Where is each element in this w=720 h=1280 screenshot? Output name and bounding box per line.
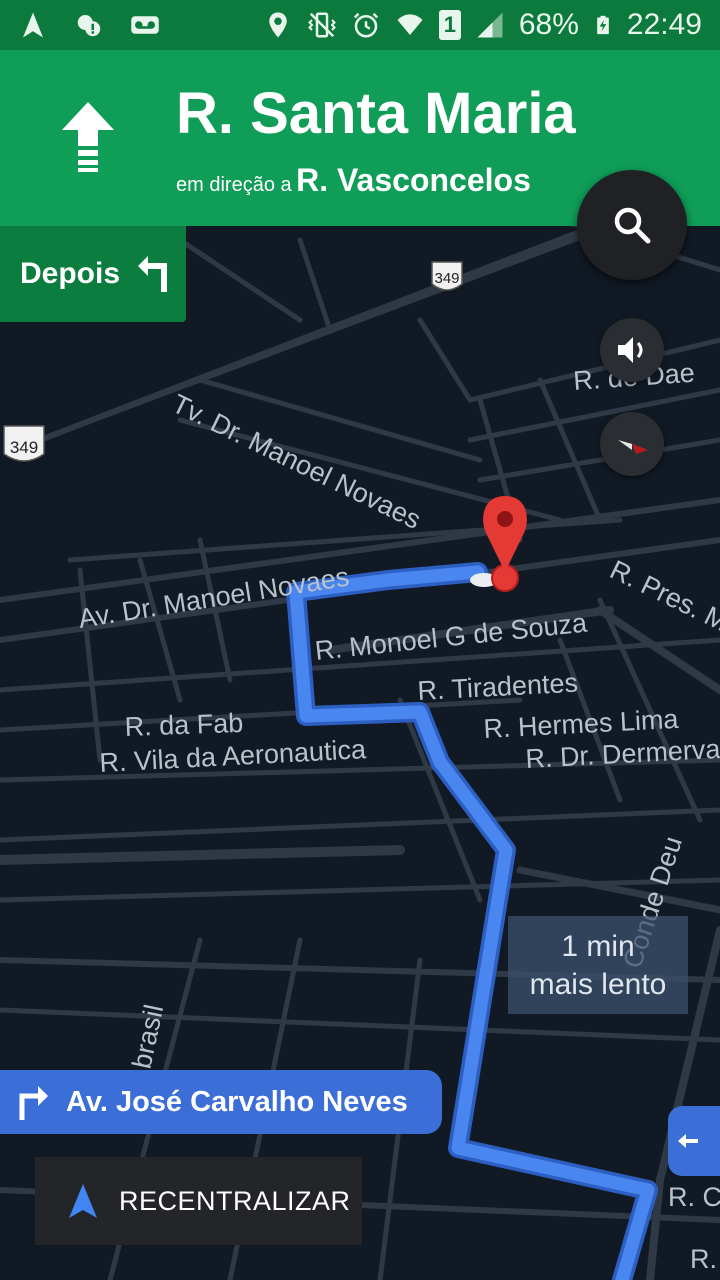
compass-button[interactable] [600, 412, 664, 476]
turn-left-icon [138, 256, 168, 292]
sound-button[interactable] [600, 318, 664, 382]
alternate-route-pill[interactable] [668, 1106, 720, 1176]
compass-icon [618, 440, 648, 454]
signal-icon [477, 12, 503, 38]
battery-charging-icon [597, 15, 609, 35]
vibrate-icon [307, 12, 336, 38]
alarm-icon [353, 12, 379, 38]
search-button[interactable] [577, 170, 687, 280]
then-instruction[interactable]: Depois [0, 226, 186, 322]
highway-shield-text: 349 [434, 270, 459, 287]
next-street-label: Av. José Carvalho Neves [66, 1085, 408, 1118]
street-label: R. [690, 1244, 717, 1274]
then-label: Depois [20, 257, 121, 290]
navigation-arrow-icon [69, 1184, 97, 1218]
location-icon [269, 12, 287, 38]
recenter-label: RECENTRALIZAR [119, 1185, 351, 1216]
turn-right-icon [19, 1086, 48, 1120]
battery-percent: 68% [518, 8, 579, 41]
clock: 22:49 [626, 8, 702, 41]
alert-notification-icon [77, 15, 101, 37]
street-label: R. da Fab [124, 708, 244, 742]
turn-left-icon [678, 1134, 698, 1148]
status-bar: 1 68% 22:49 [0, 0, 720, 50]
toward-street: em direção a R. Vasconcelos [176, 162, 531, 199]
straight-arrow-icon [62, 102, 114, 172]
voicemail-icon [131, 16, 159, 34]
highway-shield: 349 [431, 261, 463, 291]
highway-shield: 349 [3, 425, 45, 462]
street-label: R. C [668, 1182, 720, 1212]
recenter-button[interactable]: RECENTRALIZAR [35, 1157, 362, 1245]
traffic-delay-badge: 1 min mais lento [508, 916, 688, 1014]
search-icon [614, 207, 651, 244]
highway-shield-text: 349 [10, 438, 38, 457]
volume-icon [618, 337, 643, 363]
wifi-icon [397, 14, 423, 35]
traffic-delay-line1: 1 min [561, 930, 635, 963]
traffic-delay-line2: mais lento [529, 968, 667, 1001]
next-turn-pill[interactable]: Av. José Carvalho Neves [0, 1070, 442, 1134]
toward-street-name: R. Vasconcelos [296, 162, 531, 198]
toward-prefix: em direção a [176, 174, 292, 196]
current-street-name: R. Santa Maria [176, 81, 576, 146]
sim-slot-icon: 1 [438, 10, 461, 40]
navigation-notification-icon [23, 12, 43, 38]
